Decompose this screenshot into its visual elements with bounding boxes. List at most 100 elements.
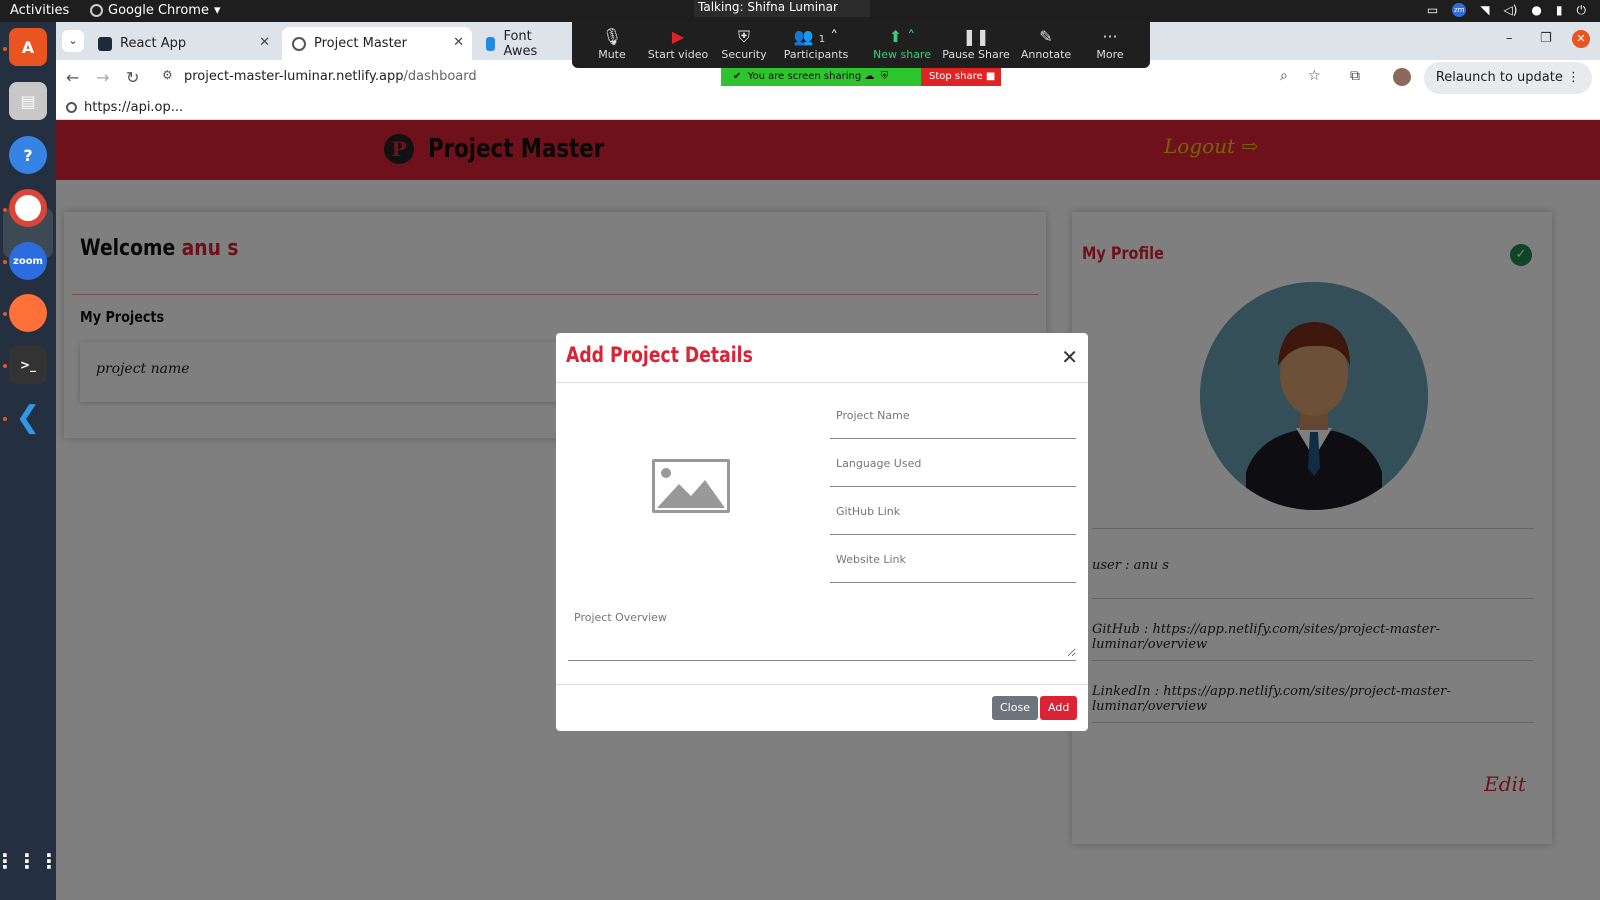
project-name-input[interactable]	[830, 391, 1076, 439]
close-tab-icon[interactable]: ✕	[453, 35, 464, 50]
github-link-field[interactable]	[830, 487, 1076, 535]
window-close-icon[interactable]: ✕	[1572, 30, 1590, 48]
close-button[interactable]: Close	[992, 696, 1038, 720]
add-project-modal: Add Project Details ✕ Project Name Langu…	[556, 333, 1088, 731]
microphone-icon[interactable]: ●	[1531, 3, 1541, 18]
tab-label: React App	[120, 36, 187, 51]
url-field[interactable]: project-master-luminar.netlify.app/dashb…	[184, 69, 477, 84]
bookmark-item[interactable]: https://api.op...	[84, 100, 183, 115]
language-input[interactable]	[830, 439, 1076, 487]
terminal-icon[interactable]: >_	[9, 346, 47, 384]
react-favicon-icon	[98, 36, 112, 51]
running-indicator	[3, 417, 7, 421]
screen-icon[interactable]: ▭	[1427, 3, 1438, 18]
stop-square-icon: ■	[985, 71, 996, 82]
image-placeholder-icon[interactable]	[652, 459, 730, 513]
chrome-app-icon	[90, 4, 103, 17]
url-path: /dashboard	[403, 69, 477, 84]
system-tray[interactable]: ▭ zm ◥ ◁) ● ▮ ⏻	[1427, 3, 1586, 18]
relaunch-label: Relaunch to update	[1435, 70, 1563, 85]
security-button[interactable]: ⛨ Security	[704, 26, 784, 61]
running-indicator	[3, 260, 7, 264]
reload-icon[interactable]: ↻	[126, 68, 139, 87]
power-icon[interactable]: ⏻	[1577, 3, 1587, 18]
tab-project-master[interactable]: Project Master ✕	[282, 27, 472, 60]
image-placeholder-graphic	[657, 468, 725, 508]
app-menu[interactable]: Google Chrome ▾	[90, 3, 221, 18]
close-tab-icon[interactable]: ✕	[259, 35, 270, 50]
profile-avatar-icon[interactable]	[1393, 68, 1411, 86]
screen-sharing-banner: ✔ You are screen sharing ☁ ⛨	[721, 68, 921, 86]
pause-icon: ❚❚	[962, 27, 990, 46]
mute-label: Mute	[598, 48, 626, 61]
flag-favicon-icon	[486, 36, 496, 51]
github-link-input[interactable]	[830, 487, 1076, 535]
zoom-magnifier-icon[interactable]: ⌕	[1280, 68, 1288, 84]
minimize-icon[interactable]: –	[1506, 31, 1513, 46]
zoom-icon[interactable]: zoom	[9, 242, 47, 280]
security-label: Security	[721, 48, 767, 61]
pause-share-button[interactable]: ❚❚ Pause Share	[936, 26, 1016, 61]
restore-icon[interactable]: ❐	[1540, 31, 1552, 46]
extensions-icon[interactable]: ⧉	[1350, 68, 1360, 84]
software-center-icon[interactable]: A	[9, 28, 47, 66]
annotate-label: Annotate	[1020, 48, 1072, 61]
participants-count: 1	[818, 34, 826, 45]
files-icon[interactable]: ▤	[9, 82, 47, 120]
globe-favicon-icon	[292, 36, 306, 51]
tab-search-button[interactable]: ⌄	[62, 30, 84, 52]
website-link-input[interactable]	[830, 535, 1076, 583]
running-indicator	[3, 364, 7, 368]
shield-check-icon: ⛨	[880, 71, 889, 82]
tab-label: Project Master	[314, 36, 408, 51]
activities-button[interactable]: Activities	[10, 3, 69, 18]
pause-share-label: Pause Share	[942, 48, 1010, 61]
firefox-icon[interactable]	[9, 294, 47, 332]
help-icon[interactable]: ?	[9, 136, 47, 174]
modal-header-divider	[556, 382, 1088, 383]
forward-icon[interactable]: →	[96, 68, 109, 87]
more-button[interactable]: ··· More	[1070, 26, 1150, 61]
website-link-field[interactable]	[830, 535, 1076, 583]
zoom-tray-icon[interactable]: zm	[1452, 3, 1467, 17]
project-name-field[interactable]	[830, 391, 1076, 439]
bookmark-star-icon[interactable]: ☆	[1308, 68, 1321, 84]
more-label: More	[1096, 48, 1124, 61]
show-apps-icon[interactable]: ⋮⋮⋮	[0, 842, 59, 880]
new-share-label: New share	[873, 48, 931, 61]
globe-icon	[66, 102, 77, 113]
wifi-icon[interactable]: ◥	[1480, 3, 1489, 18]
stop-share-button[interactable]: Stop share ■	[921, 68, 1001, 86]
pin-icon[interactable]: ✔	[733, 71, 741, 82]
zoom-toolbar: 🎙 Mute ▶ Start video ⛨ Security 👥 1 ˄ Partic…	[572, 22, 1150, 68]
url-host: project-master-luminar.netlify.app	[184, 69, 404, 84]
participants-button[interactable]: 👥 1 ˄ Participants	[776, 26, 856, 61]
language-field[interactable]	[830, 439, 1076, 487]
chrome-icon[interactable]	[9, 189, 47, 227]
modal-footer-divider	[556, 684, 1088, 685]
project-overview-field[interactable]	[568, 605, 1076, 661]
running-indicator	[3, 47, 7, 51]
volume-icon[interactable]: ◁)	[1503, 3, 1517, 18]
relaunch-button[interactable]: Relaunch to update ⋮	[1423, 62, 1592, 94]
project-overview-textarea[interactable]	[568, 605, 1076, 657]
share-up-icon: ⬆ ˄	[888, 27, 916, 46]
more-dots-icon: ···	[1102, 27, 1118, 46]
bookmarks-bar: https://api.op...	[56, 96, 1600, 120]
stop-share-label: Stop share	[929, 71, 983, 82]
site-info-icon[interactable]: ⚙	[162, 68, 173, 82]
sharing-text: You are screen sharing	[747, 71, 862, 82]
vscode-icon[interactable]: ❮	[9, 398, 47, 436]
tab-react-app[interactable]: React App ✕	[88, 27, 278, 60]
participants-label: Participants	[783, 48, 849, 61]
add-button[interactable]: Add	[1040, 696, 1078, 720]
back-icon[interactable]: ←	[66, 68, 79, 87]
close-icon[interactable]: ✕	[1061, 345, 1078, 369]
tab-font-awesome[interactable]: Font Awes	[476, 27, 576, 60]
running-indicator	[3, 312, 7, 316]
caret-down-icon: ▾	[213, 3, 221, 18]
cloud-icon: ☁	[864, 71, 875, 82]
battery-icon[interactable]: ▮	[1556, 3, 1563, 18]
modal-title: Add Project Details	[566, 343, 753, 367]
new-share-button[interactable]: ⬆ ˄ New share	[862, 26, 942, 61]
